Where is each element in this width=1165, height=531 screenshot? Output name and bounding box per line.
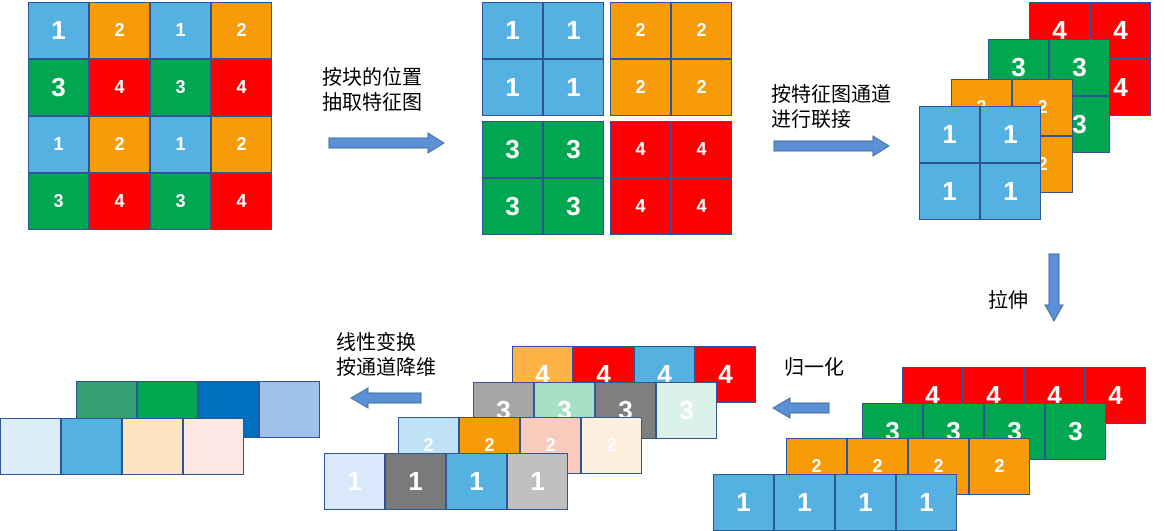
flattened-row-cell: 1: [713, 474, 774, 531]
split-map-cell: 2: [671, 2, 732, 59]
split-map-cell: 4: [671, 178, 732, 235]
input-grid-cell: 2: [211, 2, 272, 59]
input-grid-cell: 4: [89, 59, 150, 116]
label-concat-line1: 按特征图通道: [771, 82, 891, 106]
arrow-down-icon: [1044, 253, 1064, 323]
diagram-canvas: 按块的位置 抽取特征图 按特征图通道 进行联接 拉伸 归一化 线性变换 按通道降…: [0, 0, 1165, 531]
arrow-right-shape: [773, 135, 890, 157]
split-map-cell: 4: [671, 121, 732, 178]
label-flatten-line1: 拉伸: [988, 288, 1028, 312]
label-extract-line2: 抽取特征图: [322, 90, 422, 114]
normalized-row-cell: 1: [507, 453, 568, 510]
input-grid-cell: 1: [150, 2, 211, 59]
label-concat: 按特征图通道 进行联接: [771, 82, 891, 132]
split-map-cell: 2: [671, 59, 732, 116]
input-grid-cell: 2: [89, 2, 150, 59]
arrow-left-icon: [350, 387, 422, 409]
label-extract-line1: 按块的位置: [322, 65, 422, 89]
split-map-cell: 1: [482, 2, 543, 59]
input-grid-cell: 1: [28, 2, 89, 59]
output-row-cell: [61, 418, 122, 475]
split-map-cell: 1: [482, 59, 543, 116]
normalized-row-cell: 1: [385, 453, 446, 510]
input-grid-cell: 2: [89, 116, 150, 173]
output-row-cell: [259, 381, 320, 438]
input-grid-cell: 1: [28, 116, 89, 173]
input-grid-cell: 3: [150, 173, 211, 230]
stacked-layer-cell: 1: [980, 106, 1041, 163]
label-normalize-line1: 归一化: [784, 355, 844, 379]
split-map-cell: 3: [482, 178, 543, 235]
label-linear-line1: 线性变换: [336, 330, 416, 354]
input-grid-cell: 4: [211, 173, 272, 230]
split-map-cell: 4: [610, 121, 671, 178]
split-map-cell: 3: [543, 178, 604, 235]
normalized-row-cell: 2: [581, 417, 642, 474]
split-map-cell: 1: [543, 2, 604, 59]
flattened-row-cell: 2: [969, 438, 1030, 495]
label-concat-line2: 进行联接: [771, 107, 851, 131]
input-grid-cell: 3: [28, 173, 89, 230]
input-grid-cell: 4: [211, 59, 272, 116]
split-map-cell: 3: [482, 121, 543, 178]
normalized-row-cell: 1: [324, 453, 385, 510]
arrow-right-icon: [328, 132, 445, 154]
label-linear-line2: 按通道降维: [336, 355, 436, 379]
output-row-cell: [122, 418, 183, 475]
input-grid-cell: 4: [89, 173, 150, 230]
input-grid-cell: 1: [150, 116, 211, 173]
input-grid-cell: 3: [28, 59, 89, 116]
label-flatten: 拉伸: [988, 288, 1028, 313]
flattened-row-cell: 3: [1045, 403, 1106, 460]
flattened-row-cell: 1: [774, 474, 835, 531]
arrow-right-shape: [328, 132, 445, 154]
normalized-row-cell: 1: [446, 453, 507, 510]
arrow-left-shape: [772, 397, 830, 419]
split-map-cell: 1: [543, 59, 604, 116]
label-normalize: 归一化: [784, 355, 844, 380]
output-row-cell: [183, 418, 244, 475]
flattened-row-cell: 1: [896, 474, 957, 531]
arrow-left-shape: [350, 387, 422, 409]
split-map-cell: 3: [543, 121, 604, 178]
normalized-row-cell: 3: [656, 382, 717, 439]
stacked-layer-cell: 1: [919, 163, 980, 220]
output-row-cell: [0, 418, 61, 475]
label-linear: 线性变换 按通道降维: [336, 330, 436, 380]
flattened-row-cell: 1: [835, 474, 896, 531]
split-map-cell: 4: [610, 178, 671, 235]
label-extract: 按块的位置 抽取特征图: [322, 65, 422, 115]
arrow-down-shape: [1044, 253, 1064, 323]
arrow-left-icon: [772, 397, 830, 419]
input-grid-cell: 2: [211, 116, 272, 173]
input-grid-cell: 3: [150, 59, 211, 116]
arrow-right-icon: [773, 135, 890, 157]
stacked-layer-cell: 1: [919, 106, 980, 163]
split-map-cell: 2: [610, 59, 671, 116]
stacked-layer-cell: 1: [980, 163, 1041, 220]
split-map-cell: 2: [610, 2, 671, 59]
